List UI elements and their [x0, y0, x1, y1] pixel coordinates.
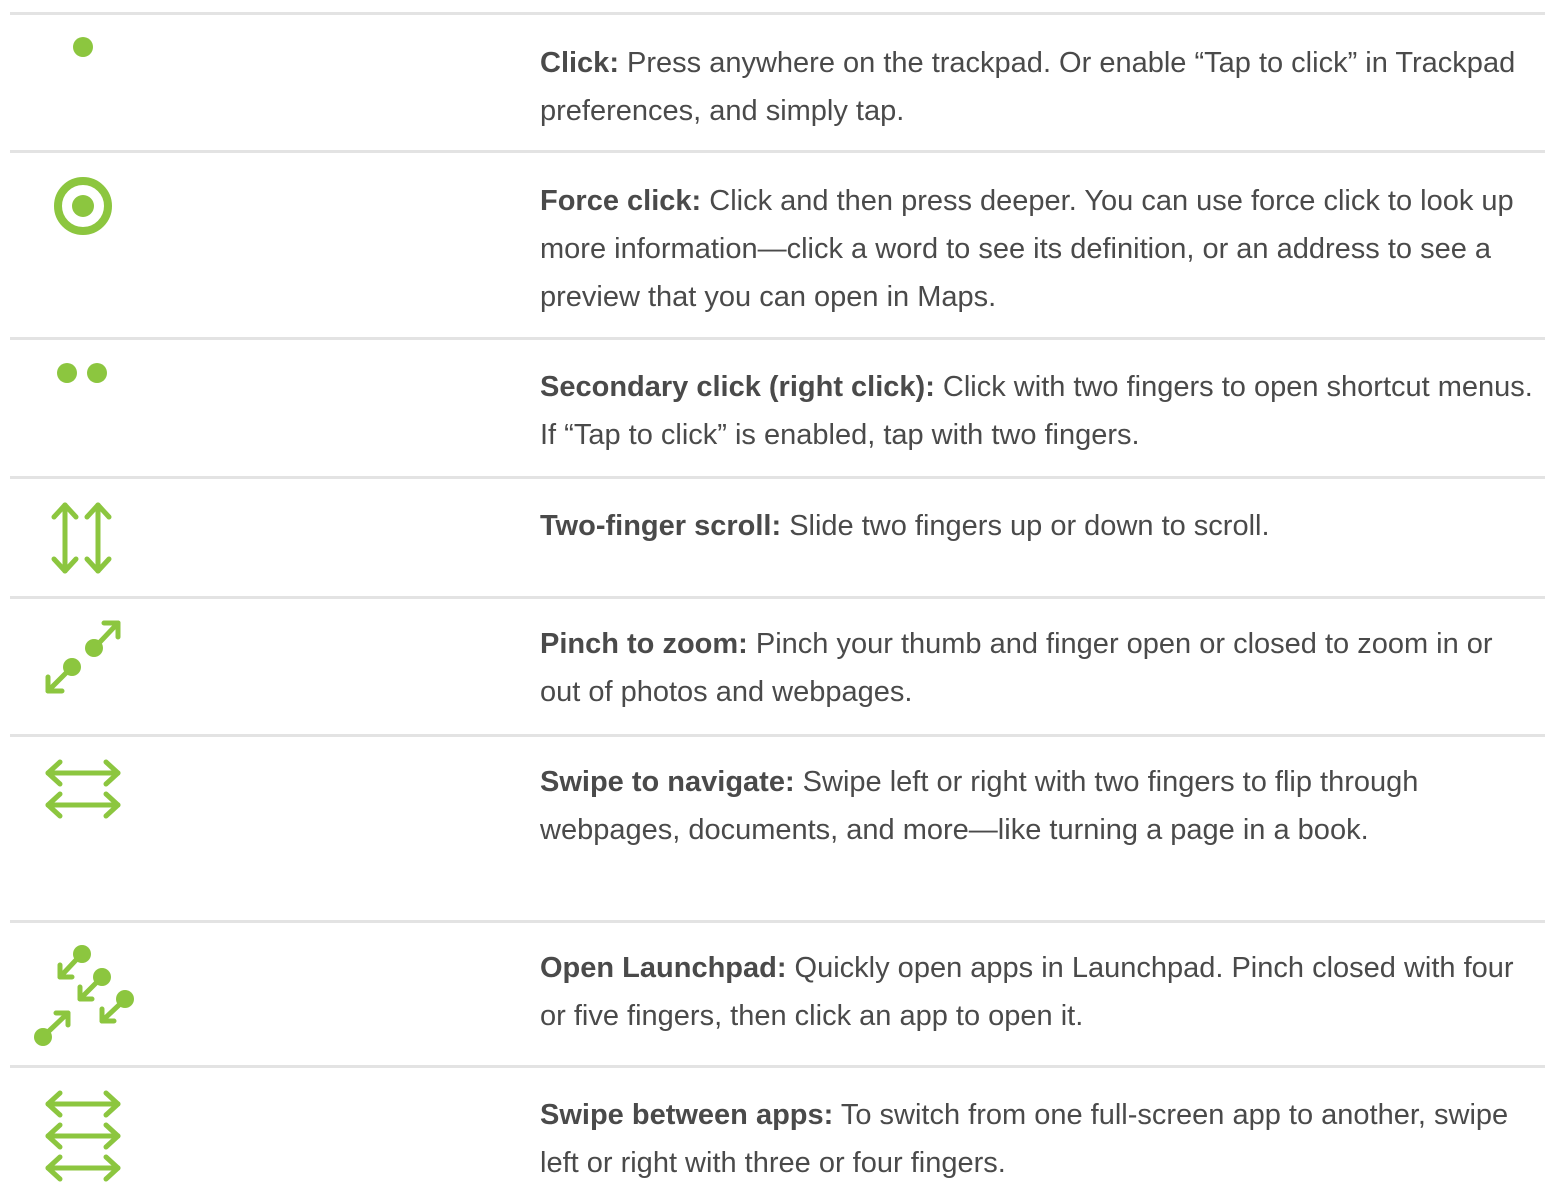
gesture-row-secondary-click: Secondary click (right click): Click wit…	[10, 337, 1545, 476]
pinch-zoom-icon	[40, 617, 140, 697]
gesture-description: Pinch to zoom: Pinch your thumb and fing…	[540, 620, 1535, 716]
gesture-text: Slide two fingers up or down to scroll.	[781, 510, 1270, 542]
two-horizontal-arrows-icon	[40, 759, 140, 839]
gesture-term: Swipe to navigate:	[540, 766, 795, 798]
single-dot-icon	[40, 35, 140, 115]
gesture-term: Open Launchpad:	[540, 952, 787, 984]
vertical-double-arrow-icon	[40, 501, 140, 581]
gesture-description: Open Launchpad: Quickly open apps in Lau…	[540, 944, 1535, 1040]
gesture-term: Two-finger scroll:	[540, 510, 782, 542]
gesture-row-click: Click: Press anywhere on the trackpad. O…	[10, 12, 1545, 150]
gesture-description: Force click: Click and then press deeper…	[540, 177, 1535, 321]
gesture-row-open-launchpad: Open Launchpad: Quickly open apps in Lau…	[10, 920, 1545, 1065]
gesture-description: Two-finger scroll: Slide two fingers up …	[540, 502, 1535, 550]
gesture-term: Secondary click (right click):	[540, 371, 935, 403]
gesture-row-swipe-to-navigate: Swipe to navigate: Swipe left or right w…	[10, 734, 1545, 920]
gesture-row-two-finger-scroll: Two-finger scroll: Slide two fingers up …	[10, 476, 1545, 596]
gesture-row-pinch-to-zoom: Pinch to zoom: Pinch your thumb and fing…	[10, 596, 1545, 734]
gesture-description: Swipe between apps: To switch from one f…	[540, 1091, 1535, 1187]
gesture-row-force-click: Force click: Click and then press deeper…	[10, 150, 1545, 337]
target-icon	[40, 173, 140, 253]
gesture-term: Swipe between apps:	[540, 1099, 834, 1131]
gesture-description: Secondary click (right click): Click wit…	[540, 363, 1535, 459]
launchpad-pinch-icon	[34, 943, 140, 1046]
gesture-text: Press anywhere on the trackpad. Or enabl…	[540, 47, 1516, 127]
gesture-term: Force click:	[540, 185, 702, 217]
gesture-list: Click: Press anywhere on the trackpad. O…	[10, 12, 1545, 1195]
gesture-description: Swipe to navigate: Swipe left or right w…	[540, 758, 1535, 854]
gesture-row-swipe-between-apps: Swipe between apps: To switch from one f…	[10, 1065, 1545, 1195]
gesture-term: Pinch to zoom:	[540, 628, 748, 660]
three-horizontal-arrows-icon	[40, 1090, 140, 1182]
gesture-term: Click:	[540, 47, 619, 79]
gesture-description: Click: Press anywhere on the trackpad. O…	[540, 39, 1535, 135]
two-dots-icon	[40, 360, 140, 440]
